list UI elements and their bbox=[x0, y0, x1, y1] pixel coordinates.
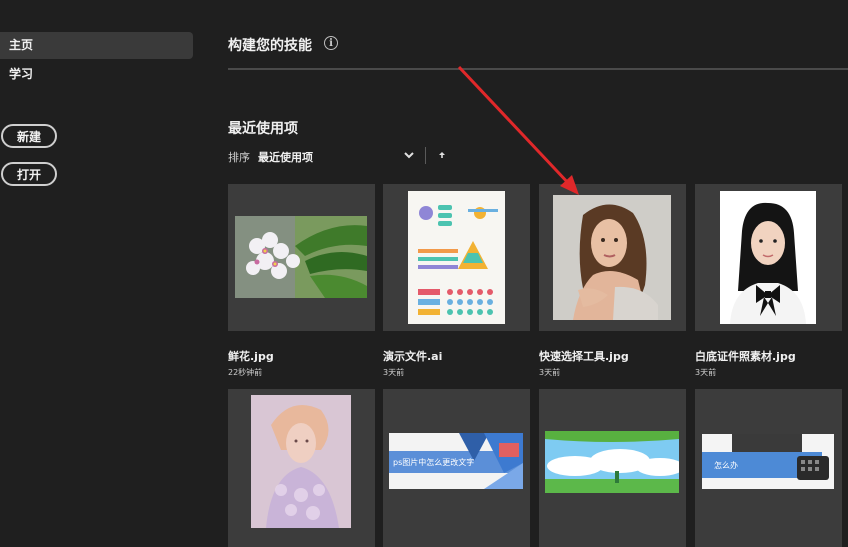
file-card-id-photo[interactable] bbox=[695, 184, 842, 331]
sort-direction-arrow-icon[interactable] bbox=[437, 149, 447, 161]
section-divider bbox=[228, 68, 848, 70]
file-name[interactable]: 快速选择工具.jpg bbox=[539, 348, 629, 364]
info-icon[interactable]: i bbox=[324, 36, 338, 50]
file-name[interactable]: 白底证件照素材.jpg bbox=[695, 348, 796, 364]
sidebar-item-home[interactable]: 主页 bbox=[0, 32, 193, 59]
main-content: 构建您的技能 i 最近使用项 排序 最近使用项 鲜花.jpg 22秒钟前 演示文… bbox=[228, 0, 848, 547]
file-card-painting[interactable] bbox=[228, 389, 375, 547]
sort-dropdown-value[interactable]: 最近使用项 bbox=[258, 149, 313, 165]
file-time: 3天前 bbox=[695, 368, 717, 377]
howto-thumbnail: 怎么办 bbox=[702, 434, 834, 489]
file-card-ps-text[interactable]: ps图片中怎么更改文字 bbox=[383, 389, 530, 547]
painting-thumbnail bbox=[251, 395, 351, 528]
sort-separator bbox=[425, 147, 426, 164]
file-time: 22秒钟前 bbox=[228, 368, 263, 377]
portrait-thumbnail bbox=[553, 195, 671, 320]
infographic-thumbnail bbox=[408, 191, 505, 324]
file-card-sky[interactable] bbox=[539, 389, 686, 547]
id-photo-thumbnail bbox=[720, 191, 816, 324]
chevron-down-icon[interactable] bbox=[402, 148, 416, 162]
sidebar-item-learn[interactable]: 学习 bbox=[0, 61, 193, 88]
file-time: 3天前 bbox=[539, 368, 561, 377]
file-name[interactable]: 鲜花.jpg bbox=[228, 348, 274, 364]
sky-thumbnail bbox=[545, 431, 679, 493]
ps-text-thumbnail: ps图片中怎么更改文字 bbox=[389, 433, 523, 489]
skills-section-title: 构建您的技能 bbox=[228, 38, 312, 54]
sidebar: 主页 学习 新建 打开 bbox=[0, 0, 200, 547]
file-time: 3天前 bbox=[383, 368, 405, 377]
app-window: 主页 学习 新建 打开 构建您的技能 i 最近使用项 排序 最近使用项 鲜花.j… bbox=[0, 0, 848, 547]
sort-label: 排序 bbox=[228, 151, 250, 164]
thumbnail-text: ps图片中怎么更改文字 bbox=[393, 458, 475, 467]
thumbnail-text: 怎么办 bbox=[714, 461, 738, 470]
flower-thumbnail bbox=[235, 216, 367, 298]
file-card-flowers[interactable] bbox=[228, 184, 375, 331]
new-button[interactable]: 新建 bbox=[1, 124, 57, 148]
file-card-howto[interactable]: 怎么办 bbox=[695, 389, 842, 547]
recent-section-title: 最近使用项 bbox=[228, 121, 298, 137]
file-card-quick-select[interactable] bbox=[539, 184, 686, 331]
open-button[interactable]: 打开 bbox=[1, 162, 57, 186]
file-name[interactable]: 演示文件.ai bbox=[383, 348, 442, 364]
file-card-demo-ai[interactable] bbox=[383, 184, 530, 331]
